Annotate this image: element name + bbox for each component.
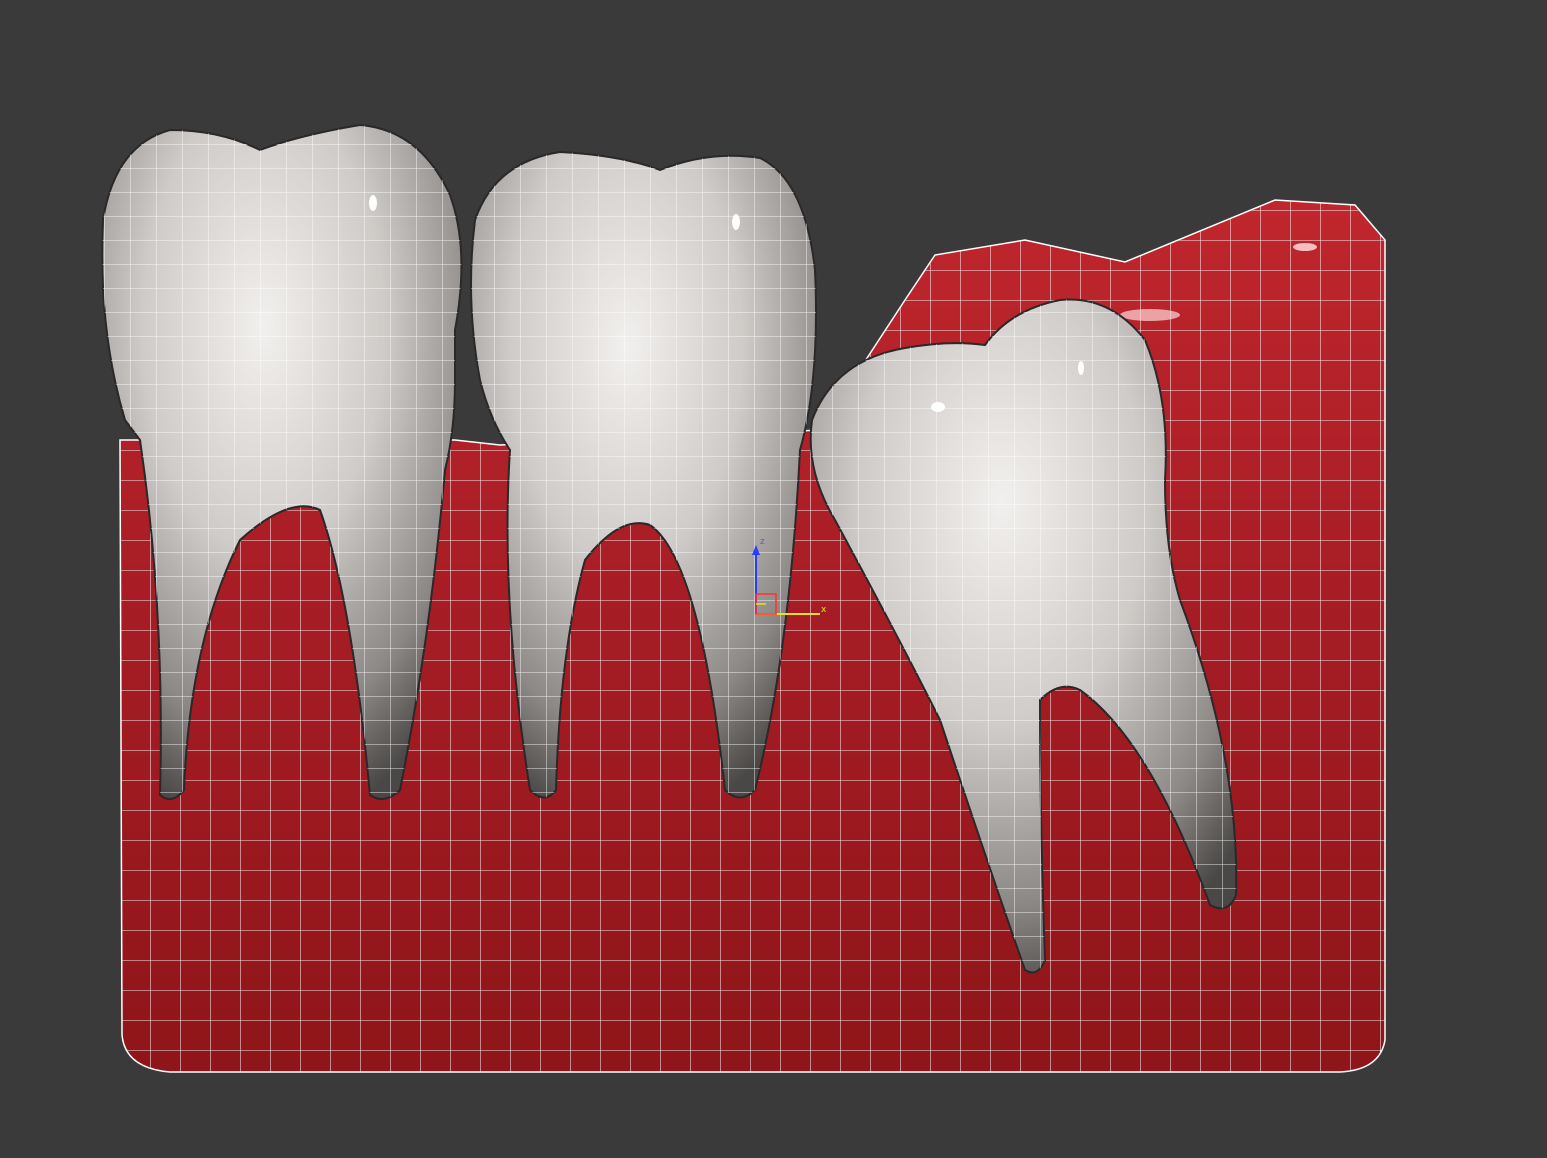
3d-viewport[interactable]: z x bbox=[0, 0, 1547, 1158]
scene-svg: z x bbox=[101, 123, 1386, 1073]
gizmo-z-label: z bbox=[760, 537, 765, 547]
gizmo-x-label: x bbox=[821, 605, 827, 615]
